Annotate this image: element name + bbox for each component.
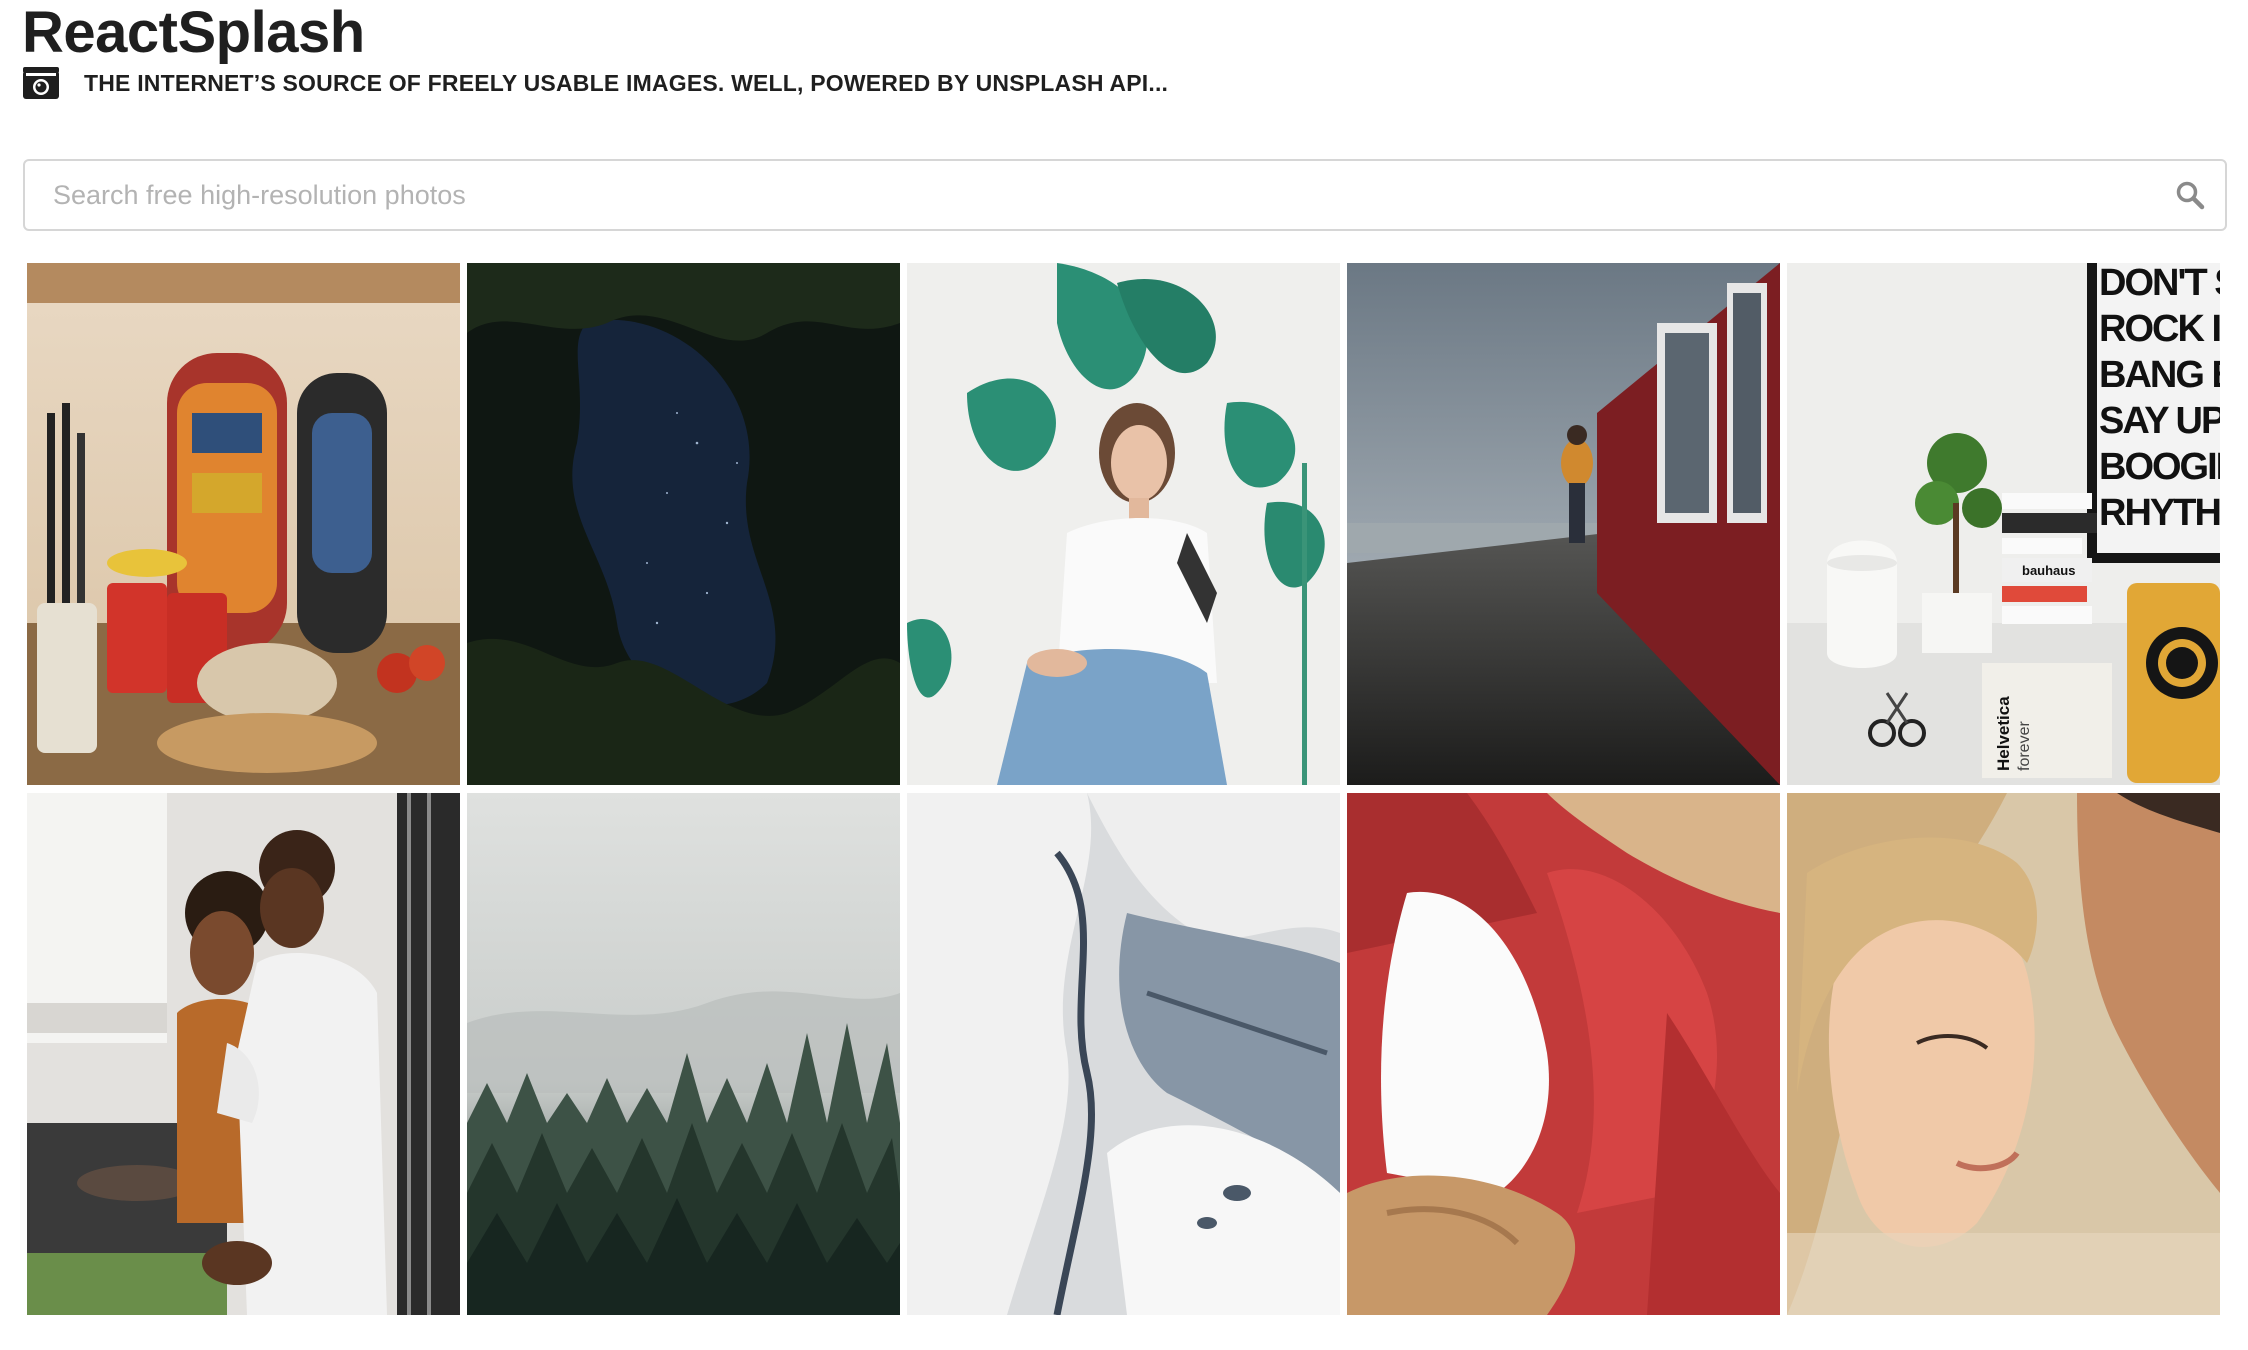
poster-line-5: BOOGIE TO <box>2099 446 2220 488</box>
photo-couple-cooking-image <box>27 793 460 1315</box>
photo-woman-monstera[interactable] <box>907 263 1340 785</box>
poster-line-6: RHYTHM O <box>2099 492 2220 534</box>
photo-couple-cooking[interactable] <box>27 793 460 1315</box>
photo-red-jacket[interactable] <box>1347 793 1780 1315</box>
camera-icon <box>23 67 59 99</box>
search-icon <box>2176 181 2205 210</box>
photo-kitchen-backpacks[interactable] <box>27 263 460 785</box>
photo-wet-boardwalk-image <box>1347 263 1780 785</box>
photo-glacier-ice-image <box>907 793 1340 1315</box>
photo-couple-kiss[interactable] <box>1787 793 2220 1315</box>
photo-wet-boardwalk[interactable] <box>1347 263 1780 785</box>
book-label-helvetica: Helvetica <box>1994 696 2013 771</box>
photo-couple-kiss-image <box>1787 793 2220 1315</box>
tagline: THE INTERNET’S SOURCE OF FREELY USABLE I… <box>22 64 1168 102</box>
search-button[interactable] <box>2155 161 2225 229</box>
poster-line-3: BANG BAN <box>2099 354 2220 396</box>
tagline-text: THE INTERNET’S SOURCE OF FREELY USABLE I… <box>84 69 1169 96</box>
poster-line-4: SAY UP JU <box>2099 400 2220 442</box>
photo-desk-bonsai-poster-image: DON'T STO ROCK IT T BANG BAN SAY UP JU B… <box>1787 263 2220 785</box>
photo-dark-forest-sky[interactable] <box>467 263 900 785</box>
book-label-forever: forever <box>2016 721 2033 771</box>
photo-grid: DON'T STO ROCK IT T BANG BAN SAY UP JU B… <box>27 263 2220 1315</box>
search-input[interactable] <box>25 161 2155 229</box>
photo-desk-bonsai-poster[interactable]: DON'T STO ROCK IT T BANG BAN SAY UP JU B… <box>1787 263 2220 785</box>
book-label-bauhaus: bauhaus <box>2022 563 2075 578</box>
photo-misty-forest-image <box>467 793 900 1315</box>
search-bar <box>23 159 2227 231</box>
photo-kitchen-backpacks-image <box>27 263 460 785</box>
photo-glacier-ice[interactable] <box>907 793 1340 1315</box>
photo-misty-forest[interactable] <box>467 793 900 1315</box>
photo-dark-forest-sky-image <box>467 263 900 785</box>
poster-line-1: DON'T STO <box>2099 263 2220 304</box>
app-title: ReactSplash <box>22 0 365 65</box>
app-root: ReactSplash THE INTERNET’S SOURCE OF FRE… <box>0 0 2248 1350</box>
photo-red-jacket-image <box>1347 793 1780 1315</box>
photo-woman-monstera-image <box>907 263 1340 785</box>
poster-line-2: ROCK IT T <box>2099 308 2220 350</box>
